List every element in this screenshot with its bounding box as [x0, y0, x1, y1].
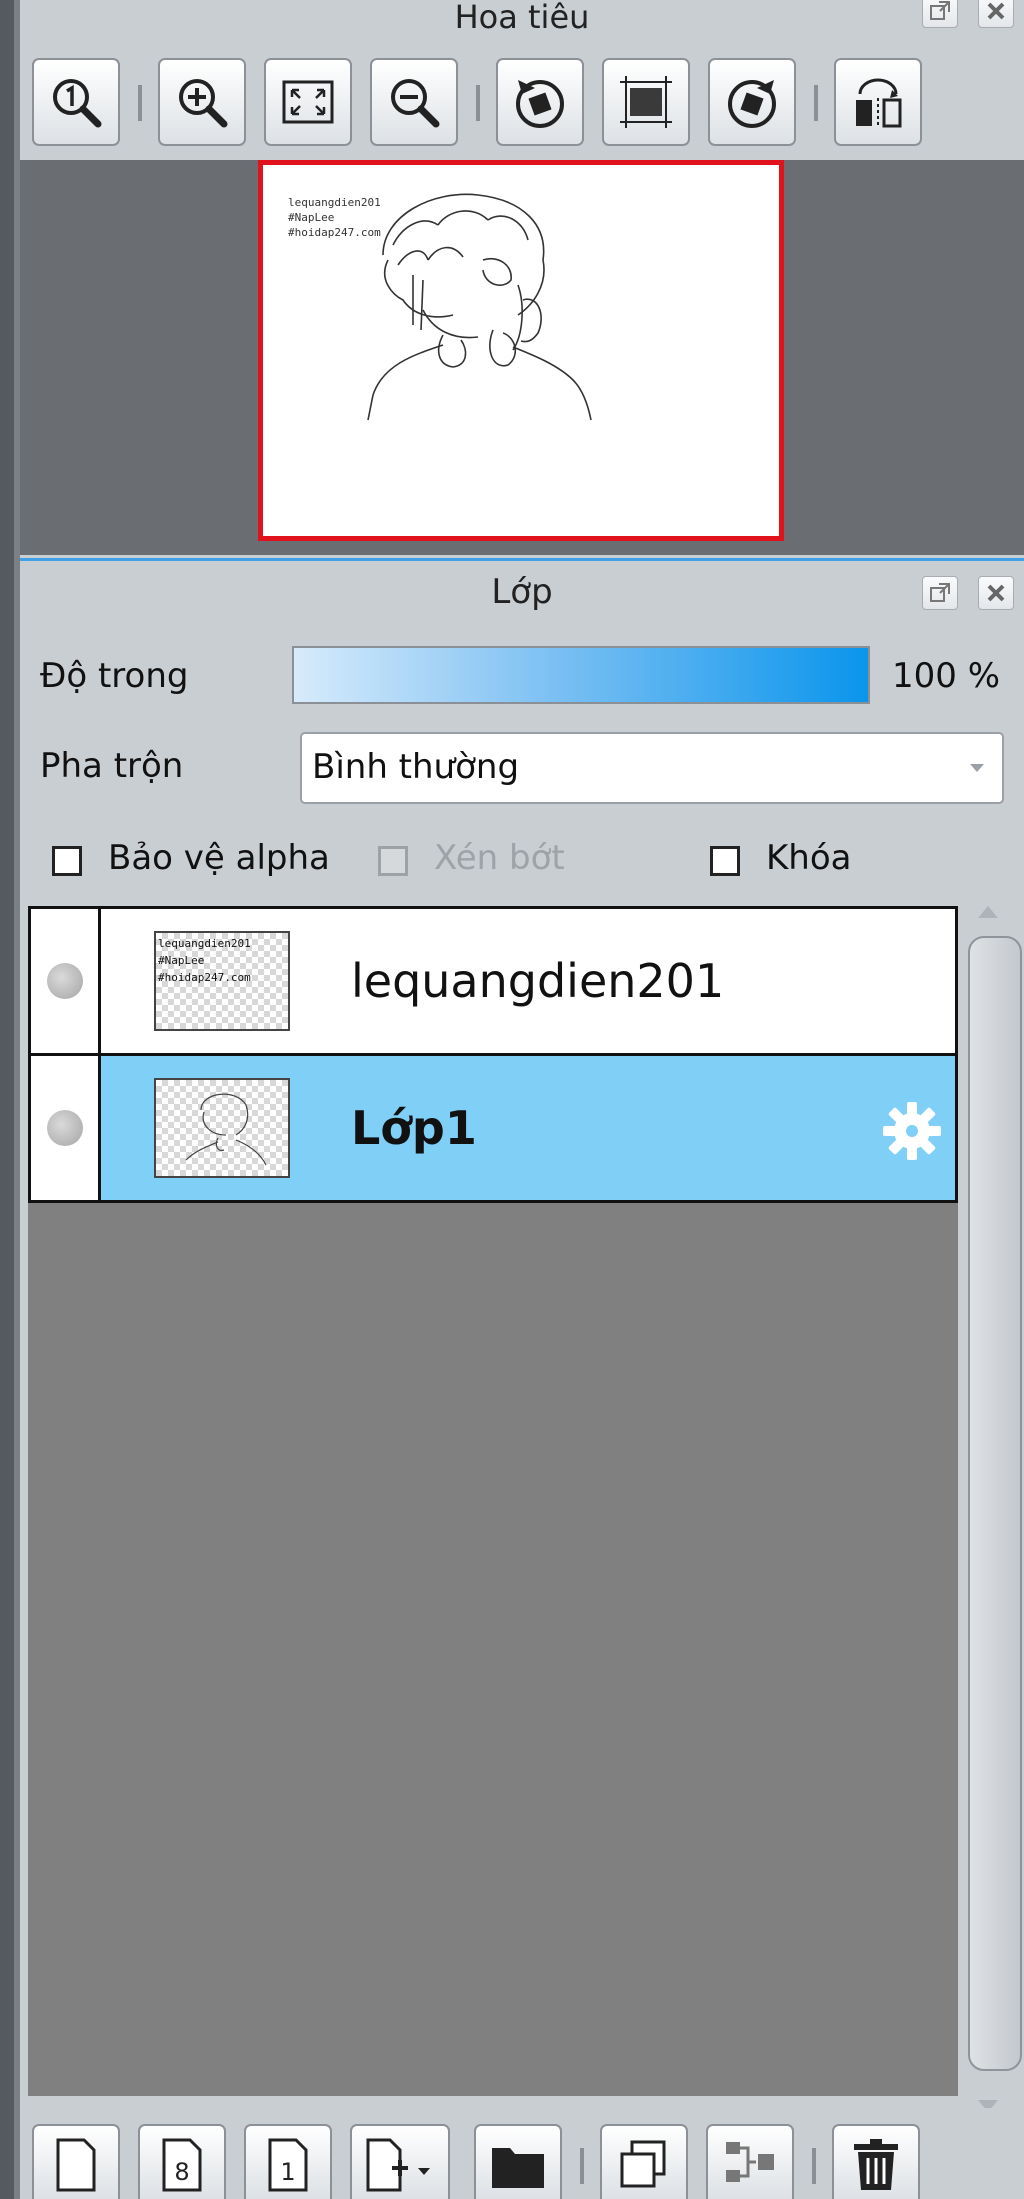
navigator-detach-button[interactable] [922, 0, 958, 28]
close-icon [987, 2, 1005, 20]
lock-label: Khóa [766, 838, 852, 878]
layer-visibility-toggle[interactable] [31, 1056, 101, 1200]
rotate-left-icon [516, 80, 564, 128]
merge-down-icon [726, 2142, 774, 2182]
add-layer-menu-icon [366, 2138, 430, 2192]
blend-mode-value: Bình thường [312, 747, 520, 787]
navigator-title: Hoa tiêu [454, 0, 590, 36]
new-folder-button[interactable] [474, 2124, 562, 2199]
new-layer-icon [56, 2138, 96, 2192]
zoom-in-icon [179, 79, 228, 128]
opacity-slider[interactable] [292, 646, 870, 704]
flip-horizontal-button[interactable] [834, 58, 922, 146]
opacity-label: Độ trong [40, 656, 189, 696]
clipping-label: Xén bớt [434, 838, 565, 878]
layer-thumbnail [154, 1078, 290, 1178]
zoom-in-button[interactable] [158, 58, 246, 146]
lock-checkbox[interactable] [710, 846, 740, 876]
layer-list[interactable]: lequangdien201 #NapLee #hoidap247.com le… [28, 906, 958, 2096]
zoom-actual-size-button[interactable] [32, 58, 120, 146]
sketch-drawing [367, 193, 592, 421]
layer-panel-detach-button[interactable] [922, 576, 958, 610]
blend-mode-label: Pha trộn [40, 746, 184, 786]
navigator-toolbar [20, 40, 1024, 160]
gear-icon[interactable] [879, 1098, 945, 1164]
layer-panel-body: Độ trong 100 % Pha trộn Bình thường Bảo … [20, 628, 1024, 2199]
rotate-left-button[interactable] [496, 58, 584, 146]
duplicate-layer-icon [620, 2140, 666, 2188]
scroll-up-arrow-icon[interactable] [978, 906, 998, 918]
fit-to-window-icon [282, 80, 334, 124]
canvas-preview[interactable]: lequangdien201 #NapLee #hoidap247.com [258, 160, 784, 541]
layer-thumbnail-text: lequangdien201 #NapLee #hoidap247.com [158, 937, 251, 984]
add-layer-menu-button[interactable] [350, 2124, 450, 2199]
navigator-title-bar: Hoa tiêu [20, 0, 1024, 38]
delete-layer-button[interactable] [832, 2124, 920, 2199]
layer-bottom-toolbar: 8 1 [20, 2108, 1024, 2199]
rotate-right-button[interactable] [708, 58, 796, 146]
layer-thumbnail: lequangdien201 #NapLee #hoidap247.com [154, 931, 290, 1031]
protect-alpha-checkbox[interactable] [52, 846, 82, 876]
blend-mode-select[interactable]: Bình thường [300, 732, 1004, 804]
duplicate-layer-button[interactable] [600, 2124, 688, 2199]
new-8bit-layer-icon: 8 [162, 2138, 202, 2192]
navigator-view[interactable]: lequangdien201 #NapLee #hoidap247.com [20, 160, 1024, 555]
toolbar-separator [814, 85, 818, 121]
svg-text:1: 1 [280, 2158, 295, 2186]
layer-visibility-toggle[interactable] [31, 909, 101, 1053]
fit-to-window-button[interactable] [264, 58, 352, 146]
new-8bit-layer-button[interactable]: 8 [138, 2124, 226, 2199]
reset-rotation-button[interactable] [602, 58, 690, 146]
scrollbar-thumb[interactable] [968, 936, 1022, 2071]
folder-icon [492, 2148, 544, 2188]
toolbar-separator [476, 85, 480, 121]
detach-icon [930, 583, 950, 602]
toolbar-separator [138, 85, 142, 121]
clipping-checkbox[interactable] [378, 846, 408, 876]
visibility-dot-icon [47, 963, 83, 999]
layer-row-selected[interactable]: Lớp1 [28, 1053, 958, 1203]
rotate-right-icon [728, 80, 776, 128]
layer-row[interactable]: lequangdien201 #NapLee #hoidap247.com le… [28, 906, 958, 1056]
layer-thumbnail-sketch [185, 1093, 267, 1166]
toolbar-separator [812, 2148, 816, 2184]
layer-panel-title-bar: Lớp [20, 558, 1024, 628]
delete-layer-icon [854, 2139, 898, 2190]
zoom-out-button[interactable] [370, 58, 458, 146]
navigator-close-button[interactable] [978, 0, 1014, 28]
layer-name: lequangdien201 [351, 954, 725, 1008]
detach-icon [930, 1, 950, 20]
flip-horizontal-icon [856, 78, 902, 128]
visibility-dot-icon [47, 1110, 83, 1146]
new-1bit-layer-button[interactable]: 1 [244, 2124, 332, 2199]
merge-down-button[interactable] [706, 2124, 794, 2199]
toolbar-separator [580, 2148, 584, 2184]
opacity-value: 100 % [892, 656, 1001, 696]
layer-panel-close-button[interactable] [978, 576, 1014, 610]
new-layer-button[interactable] [32, 2124, 120, 2199]
zoom-out-icon [391, 79, 440, 128]
chevron-down-icon [970, 764, 984, 772]
layer-panel-title: Lớp [491, 572, 553, 612]
layer-list-scrollbar[interactable] [966, 906, 1022, 2112]
protect-alpha-label: Bảo vệ alpha [108, 838, 330, 878]
zoom-actual-size-icon [53, 79, 102, 128]
close-icon [987, 584, 1005, 602]
layer-name: Lớp1 [351, 1101, 477, 1155]
reset-rotation-icon [620, 76, 672, 128]
new-1bit-layer-icon: 1 [268, 2138, 308, 2192]
svg-text:8: 8 [174, 2158, 189, 2186]
